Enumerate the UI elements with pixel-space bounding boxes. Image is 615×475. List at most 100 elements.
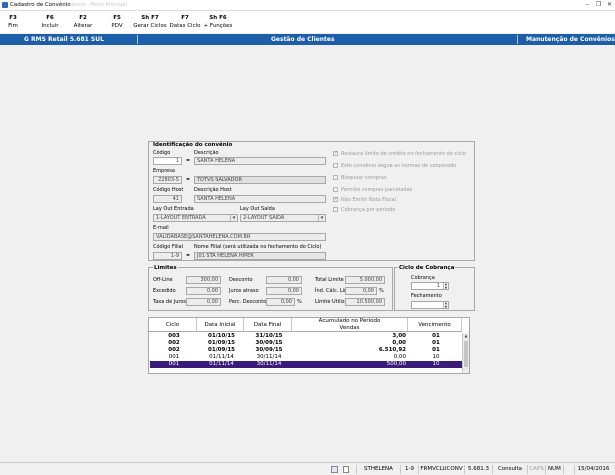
column-header-vencimento[interactable]: Vencimento	[408, 318, 462, 332]
fechamento-label: Fechamento	[411, 293, 442, 299]
nao-emitir-nf-label: Não Emitir Nota Fiscal	[341, 197, 396, 203]
chevron-down-icon[interactable]: ▼	[318, 215, 325, 221]
desconto-field[interactable]: 0,00	[266, 276, 302, 284]
toolbar-button-gerar-ciclos[interactable]: Sh F7 Gerar Ciclos	[133, 14, 167, 30]
close-icon[interactable]: ✕	[605, 1, 614, 9]
toolbar-button-incluir[interactable]: F6 Incluir	[40, 14, 60, 30]
table-row[interactable]: 003 01/10/15 31/10/15 3,00 01	[150, 333, 462, 340]
chevron-down-icon[interactable]: ▼	[230, 215, 237, 221]
fechamento-spinner[interactable]: ▲ ▼	[411, 301, 449, 309]
taxa-juros-field[interactable]: 0,00	[186, 298, 221, 306]
minimize-icon[interactable]: –	[583, 1, 592, 9]
column-header-data-final[interactable]: Data Final	[244, 318, 292, 332]
limites-title: Limites	[153, 265, 178, 271]
status-bar: STHELENA 1-9 FRMVCLUCONV 5.681.3 Consult…	[0, 462, 615, 475]
button-label: Fim	[8, 23, 18, 29]
spinner-arrows-icon[interactable]: ▲ ▼	[443, 283, 448, 289]
off-line-field[interactable]: 300,00	[186, 276, 221, 284]
table-row-selected[interactable]: 001 01/11/14 30/11/14 500,00 10	[150, 361, 462, 368]
toolbar-button-fim[interactable]: F3 Fim	[4, 14, 22, 30]
status-caps: CAPS	[527, 465, 545, 474]
empresa-codigo-field[interactable]: 22803-5	[153, 176, 182, 184]
status-filial: 1-9	[400, 465, 418, 474]
scroll-thumb[interactable]	[464, 341, 468, 367]
layout-saida-select[interactable]: 2-LAYOUT SAÍDA ▼	[240, 214, 326, 222]
codigo-field[interactable]: 1	[153, 157, 182, 165]
column-header-ciclo[interactable]: Ciclo	[149, 318, 197, 332]
vendas-label: Vendas	[339, 325, 360, 331]
spinner-arrows-icon[interactable]: ▲ ▼	[443, 302, 448, 308]
table-scrollbar[interactable]: ▲	[462, 333, 469, 373]
bloquear-compras-checkbox[interactable]	[333, 175, 338, 180]
binoculars-icon[interactable]: ⚭	[184, 157, 192, 164]
toolbar-button-datas-ciclo[interactable]: F7 Datas Ciclo	[169, 14, 201, 30]
total-limite-field[interactable]: 5.000,00	[345, 276, 385, 284]
status-user: STHELENA	[356, 465, 400, 474]
codigo-host-field[interactable]: 41	[153, 195, 182, 203]
vencimento-cell: 10	[432, 361, 440, 367]
perc-desconto-unit: %	[297, 299, 302, 305]
ciclo-cell: 001	[168, 361, 180, 367]
cobranca-periodo-checkbox[interactable]	[333, 207, 338, 212]
data-inicial-cell: 01/11/14	[209, 361, 234, 367]
column-header-data-inicial[interactable]: Data Inicial	[197, 318, 244, 332]
maximize-icon[interactable]: ❐	[594, 1, 603, 9]
layout-entrada-select[interactable]: 1-LAYOUT ENTRADA ▼	[153, 214, 238, 222]
layout-entrada-label: Lay Out Entrada	[153, 206, 194, 212]
column-header-acumulado[interactable]: Acumulado no Período Vendas	[292, 318, 408, 332]
data-final-cell: 30/11/14	[256, 361, 282, 367]
toolbar-button-alterar[interactable]: F2 Alterar	[73, 14, 93, 30]
data-final-cell: 30/09/15	[255, 340, 283, 346]
key-label: F3	[9, 15, 17, 21]
vencimento-cell: 01	[432, 347, 440, 353]
descricao-field[interactable]: SANTA HELENA	[194, 157, 326, 165]
compras-parceladas-label: Permite compras parceladas	[341, 187, 413, 193]
limite-utilizado-field[interactable]: 10.500,00	[345, 298, 385, 306]
nao-emitir-nf-checkbox[interactable]	[333, 196, 338, 202]
cooperado-checkbox[interactable]	[333, 163, 338, 168]
header-divider	[137, 35, 138, 44]
vendas-cell: 3,00	[392, 333, 406, 339]
juros-atraso-field[interactable]: 0,00	[266, 287, 302, 295]
status-blank	[563, 465, 574, 474]
table-row[interactable]: 002 01/09/15 30/09/15 0,00 01	[150, 340, 462, 347]
cobranca-label: Cobrança	[411, 275, 435, 281]
excedido-field[interactable]: 0,00	[186, 287, 221, 295]
data-final-cell: 30/09/15	[255, 347, 283, 353]
button-label: Gerar Ciclos	[133, 23, 167, 29]
screen-name: Manutenção de Convênios	[526, 36, 615, 43]
scroll-up-icon[interactable]: ▲	[463, 333, 469, 338]
off-line-label: Off-Line	[153, 277, 173, 283]
toolbar-button-mais-funcoes[interactable]: Sh F6 + Funções	[203, 14, 233, 30]
empresa-label: Empresa	[153, 168, 175, 174]
ind-calc-field[interactable]: 0,00	[345, 287, 377, 295]
ciclo-cell: 001	[168, 354, 180, 360]
table-row[interactable]: 002 01/09/15 30/09/15 6.510,92 01	[150, 347, 462, 354]
button-label: Incluir	[41, 23, 59, 29]
status-date: 15/04/2016	[574, 465, 612, 474]
data-inicial-cell: 01/10/15	[208, 333, 235, 339]
acumulado-label: Acumulado no Período	[318, 318, 381, 324]
layout-entrada-value: 1-LAYOUT ENTRADA	[156, 215, 206, 221]
key-label: F2	[79, 15, 87, 21]
data-inicial-cell: 01/09/15	[208, 340, 235, 346]
cobranca-periodo-label: Cobrança por período	[341, 207, 396, 213]
descricao-host-field[interactable]: SANTA HELENA	[194, 195, 326, 203]
perc-desconto-field[interactable]: 0,00	[266, 298, 295, 306]
cobranca-spinner[interactable]: 1 ▲ ▼	[411, 282, 449, 290]
window-ghost-title: · Cadastro · Menu Principal	[60, 2, 127, 8]
vencimento-cell: 01	[432, 340, 440, 346]
email-field[interactable]: VALIDABASE@SANTAHELENA.COM.BR	[153, 233, 326, 241]
binoculars-icon[interactable]: ⚭	[184, 252, 192, 259]
compras-parceladas-checkbox[interactable]	[333, 187, 338, 192]
toolbar-button-pdv[interactable]: F5 PDV	[108, 14, 126, 30]
binoculars-icon[interactable]: ⚭	[184, 176, 192, 183]
restaura-limite-checkbox[interactable]	[333, 150, 338, 156]
function-toolbar: F3 Fim F6 Incluir F2 Alterar F5 PDV Sh F…	[0, 11, 615, 33]
ciclo-cell: 003	[168, 333, 180, 339]
vendas-cell: 0,00	[393, 354, 406, 360]
computer-icon	[331, 466, 338, 473]
codigo-filial-field[interactable]: 1-9	[153, 252, 182, 260]
nome-filial-field: J01 STA HELENA HIPER	[194, 252, 326, 260]
table-row[interactable]: 001 01/11/14 30/11/14 0,00 10	[150, 354, 462, 361]
